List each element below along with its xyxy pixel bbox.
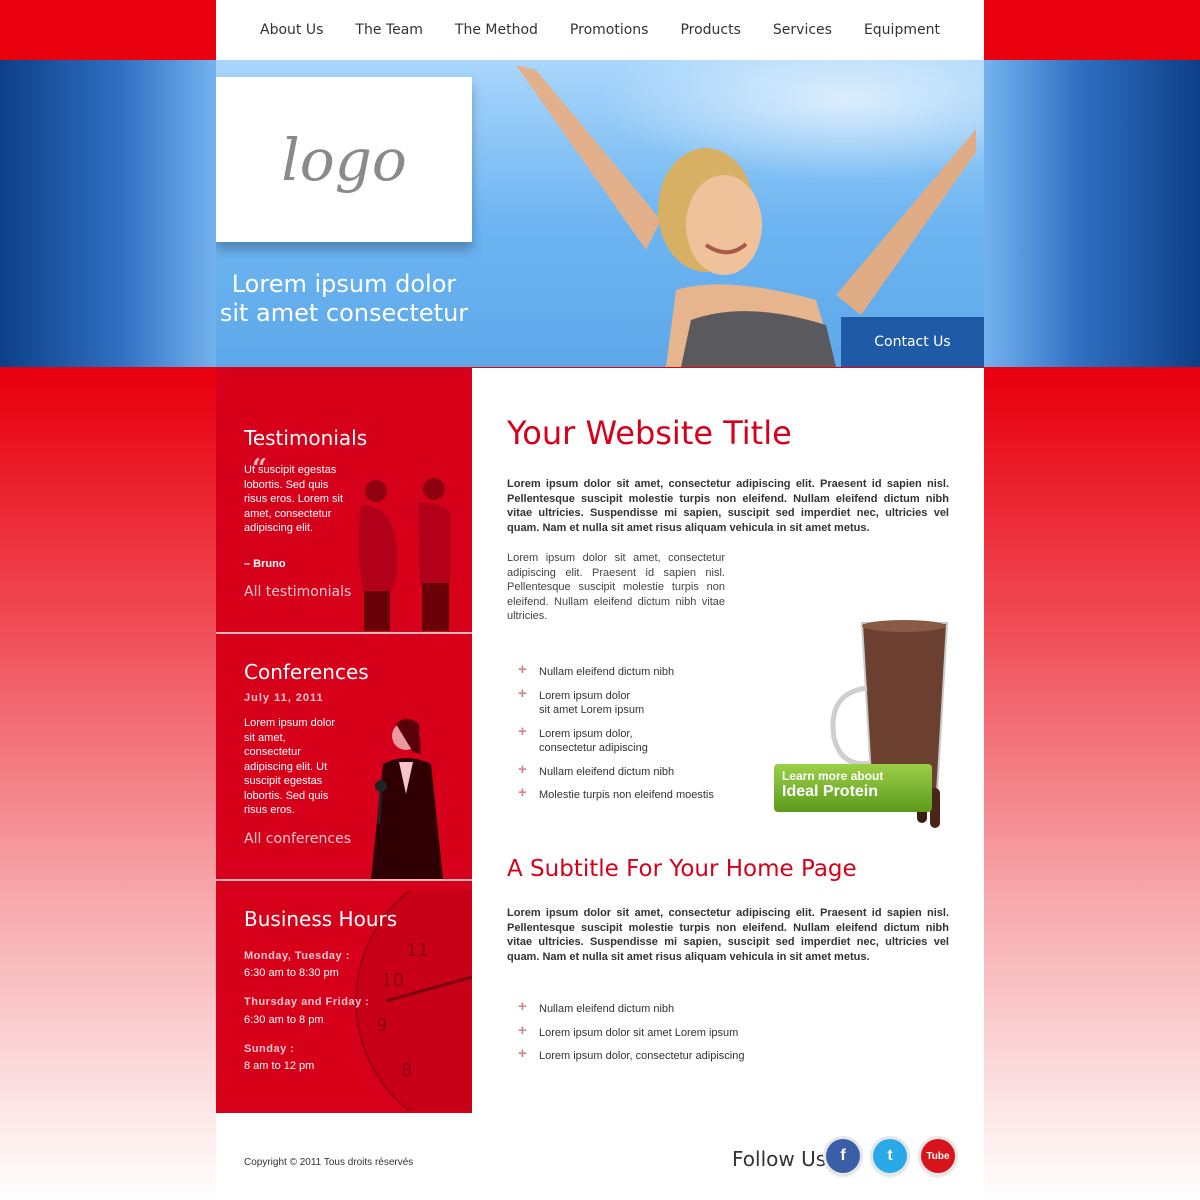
hero-banner: logo Lorem ipsum dolor sit amet consecte… [216, 60, 984, 367]
svg-text:10: 10 [381, 970, 404, 991]
all-testimonials-link[interactable]: All testimonials [244, 584, 351, 600]
testimonial-author: – Bruno [244, 558, 286, 570]
promo-line2: Ideal Protein [782, 783, 879, 800]
before-after-image [358, 478, 450, 631]
page-subtitle: A Subtitle For Your Home Page [507, 856, 857, 882]
conferences-block: Conferences July 11, 2011 Lorem ipsum do… [216, 634, 472, 881]
svg-text:11: 11 [406, 940, 429, 961]
nav-services[interactable]: Services [757, 22, 848, 38]
hours-value-3: 8 am to 12 pm [244, 1060, 315, 1072]
business-hours-block: 11 10 9 8 Business Hours Monday, Tuesday… [216, 881, 472, 1113]
page-title: Your Website Title [507, 414, 792, 452]
nav-about-us[interactable]: About Us [244, 22, 339, 38]
top-navigation: About Us The Team The Method Promotions … [216, 0, 984, 60]
tagline-line1: Lorem ipsum dolor [231, 270, 457, 298]
feature-list: Nullam eleifend dictum nibh Lorem ipsum … [518, 663, 714, 803]
hero-tagline: Lorem ipsum dolor sit amet consectetur [216, 270, 472, 328]
subtitle-paragraph: Lorem ipsum dolor sit amet, consectetur … [507, 907, 949, 963]
ideal-protein-promo[interactable]: Learn more about Ideal Protein [772, 618, 962, 838]
svg-text:8: 8 [401, 1060, 412, 1081]
list-item: Nullam eleifend dictum nibh [518, 763, 714, 780]
nav-the-method[interactable]: The Method [439, 22, 554, 38]
list-item: Nullam eleifend dictum nibh [518, 663, 714, 680]
hours-value-1: 6:30 am to 8:30 pm [244, 967, 339, 979]
list-item: Lorem ipsum dolor, consectetur adipiscin… [518, 1047, 744, 1064]
speaker-woman-image [371, 719, 443, 879]
hours-value-2: 6:30 am to 8 pm [244, 1014, 324, 1026]
conference-text: Lorem ipsum dolor sit amet, consectetur … [244, 717, 336, 816]
footer: Copyright © 2011 Tous droits réservés Fo… [216, 1113, 984, 1200]
list-item: Nullam eleifend dictum nibh [518, 1000, 744, 1017]
sidebar: Testimonials “ Ut suscipit egestas lobor… [216, 368, 472, 1113]
feature-list-2: Nullam eleifend dictum nibh Lorem ipsum … [518, 1000, 744, 1064]
business-hours-title: Business Hours [244, 907, 398, 931]
conference-date: July 11, 2011 [244, 692, 324, 704]
list-item: Lorem ipsum dolor, consectetur adipiscin… [518, 725, 714, 756]
main-content: Your Website Title Lorem ipsum dolor sit… [472, 368, 984, 1113]
facebook-icon[interactable]: f [826, 1139, 860, 1173]
youtube-icon[interactable]: Tube [921, 1139, 955, 1173]
list-item: Lorem ipsum dolor sit amet Lorem ipsum [518, 687, 714, 718]
tagline-line2: sit amet consectetur [219, 299, 469, 327]
list-item: Molestie turpis non eleifend moestis [518, 786, 714, 803]
nav-the-team[interactable]: The Team [339, 22, 439, 38]
testimonials-title: Testimonials [244, 426, 368, 450]
twitter-icon[interactable]: t [873, 1139, 907, 1173]
intro-paragraph: Lorem ipsum dolor sit amet, consectetur … [507, 478, 949, 534]
svg-text:9: 9 [376, 1015, 387, 1036]
list-item: Lorem ipsum dolor sit amet Lorem ipsum [518, 1024, 744, 1041]
contact-us-button[interactable]: Contact Us [841, 317, 984, 367]
hours-label-1: Monday, Tuesday : [244, 950, 350, 962]
nav-promotions[interactable]: Promotions [554, 22, 665, 38]
testimonials-block: Testimonials “ Ut suscipit egestas lobor… [216, 368, 472, 634]
nav-products[interactable]: Products [664, 22, 756, 38]
learn-more-button[interactable]: Learn more about Ideal Protein [774, 764, 932, 812]
hours-label-3: Sunday : [244, 1043, 295, 1055]
secondary-paragraph: Lorem ipsum dolor sit amet, consectetur … [507, 552, 725, 622]
all-conferences-link[interactable]: All conferences [244, 831, 351, 847]
follow-us-label: Follow Us [732, 1147, 827, 1171]
logo-box[interactable]: logo [216, 77, 472, 242]
conferences-title: Conferences [244, 660, 369, 684]
promo-line1: Learn more about [782, 769, 884, 783]
nav-equipment[interactable]: Equipment [848, 22, 956, 38]
content-area: Testimonials “ Ut suscipit egestas lobor… [216, 368, 984, 1113]
hours-label-2: Thursday and Friday : [244, 996, 370, 1008]
copyright-text: Copyright © 2011 Tous droits réservés [244, 1157, 414, 1168]
testimonial-quote: Ut suscipit egestas lobortis. Sed quis r… [244, 464, 344, 534]
logo: logo [281, 125, 407, 194]
